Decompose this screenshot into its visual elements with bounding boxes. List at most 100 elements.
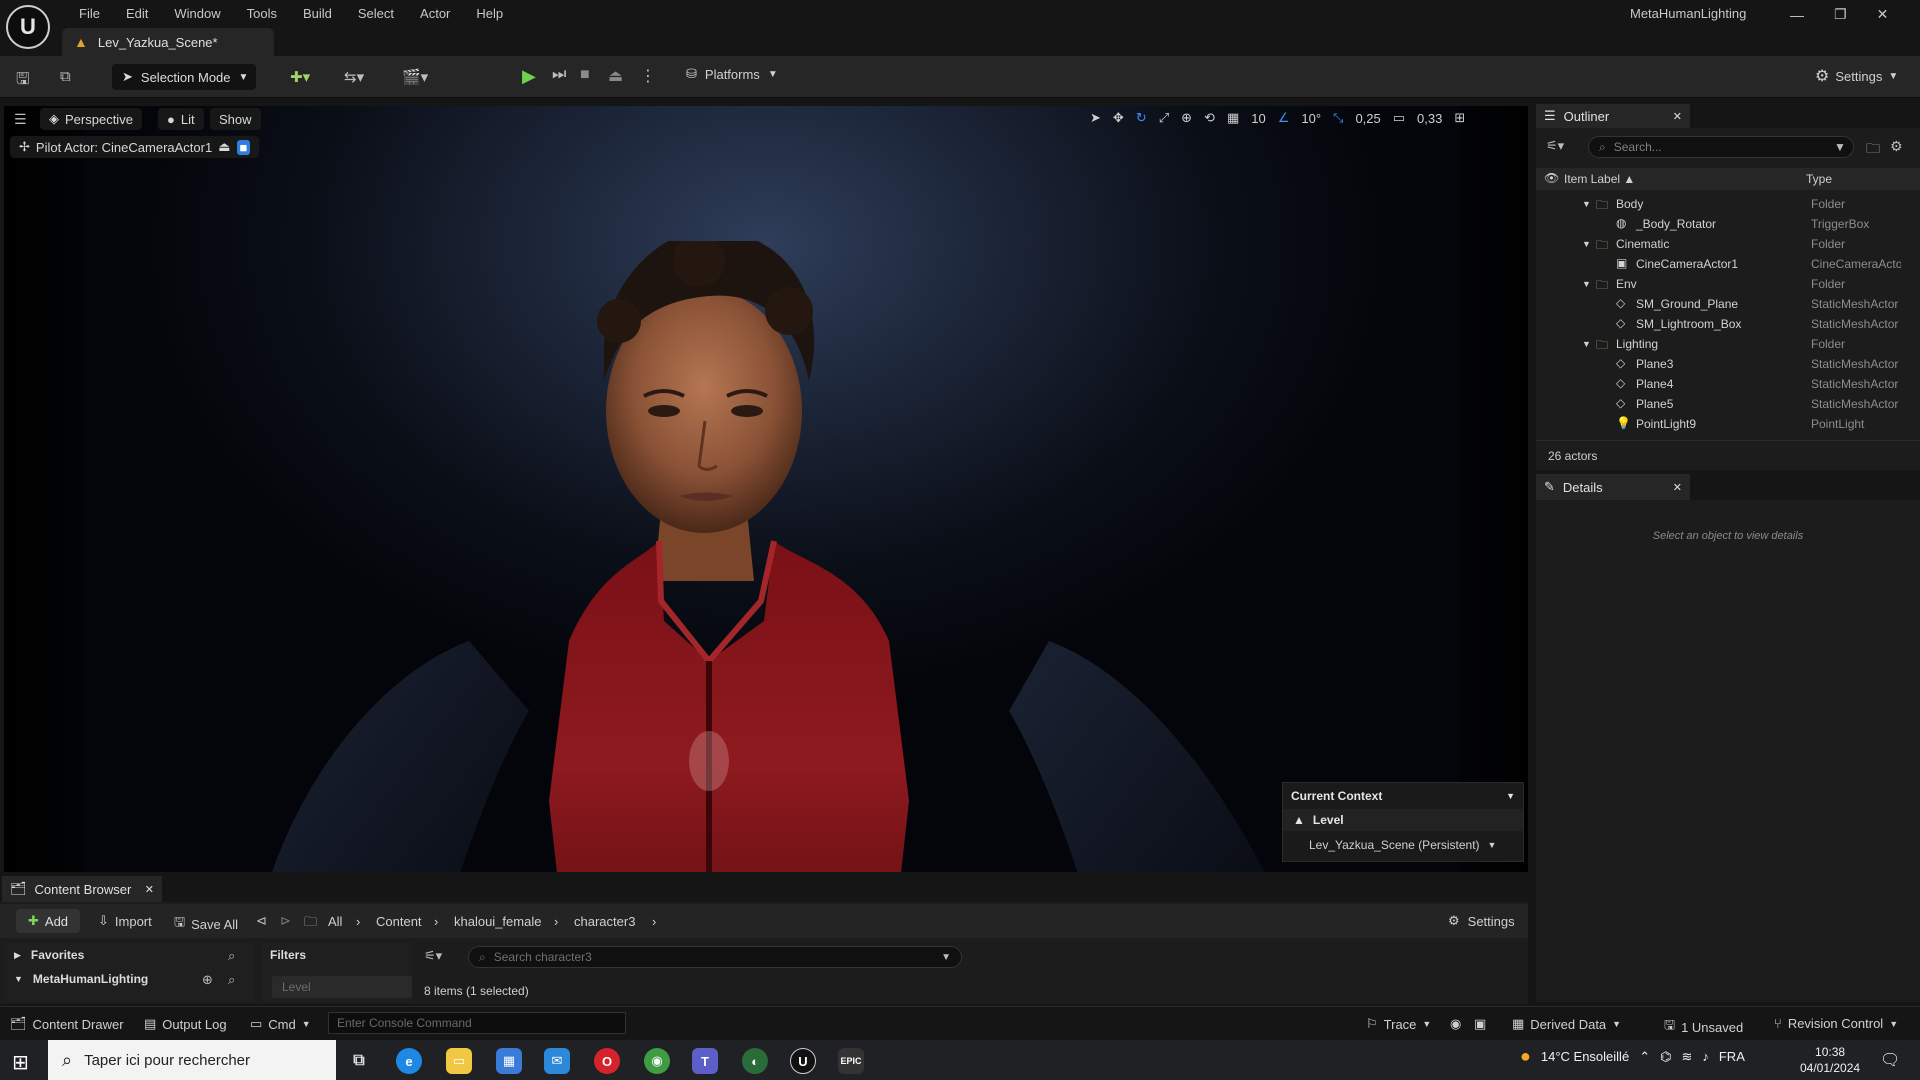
- edge-browser-icon[interactable]: e: [396, 1048, 422, 1074]
- cmd-dropdown[interactable]: ▭ Cmd ▼: [250, 1016, 311, 1032]
- camera-lock-icon[interactable]: ■: [236, 139, 251, 155]
- unsaved-button[interactable]: 🖫 1 Unsaved: [1664, 1016, 1743, 1038]
- filter-icon[interactable]: ⚟▾: [424, 948, 442, 964]
- outliner-row[interactable]: ◍ _Body_Rotator TriggerBox: [1536, 214, 1908, 234]
- task-view-icon[interactable]: ⧉: [346, 1048, 372, 1074]
- content-drawer-button[interactable]: 🗂 Content Drawer: [10, 1016, 124, 1032]
- taskbar-search-input[interactable]: ⌕ Taper ici pour rechercher: [48, 1040, 336, 1080]
- platforms-dropdown[interactable]: ⛁ Platforms ▼: [686, 66, 778, 82]
- chrome-browser-icon[interactable]: ◉: [644, 1048, 670, 1074]
- lit-button[interactable]: ● Lit: [158, 108, 204, 130]
- close-icon[interactable]: ✕: [1877, 6, 1889, 23]
- world-space-icon[interactable]: ⊕: [1181, 110, 1192, 126]
- eject-icon[interactable]: ⏏: [608, 66, 623, 86]
- menu-actor[interactable]: Actor: [407, 6, 463, 21]
- filter-icon[interactable]: ⚟▾: [1546, 138, 1564, 154]
- menu-build[interactable]: Build: [290, 6, 345, 21]
- unreal-engine-taskbar-icon[interactable]: U: [790, 1048, 816, 1074]
- outliner-row[interactable]: ▼ 🗀 Lighting Folder: [1536, 334, 1908, 354]
- mail-icon[interactable]: ✉: [544, 1048, 570, 1074]
- breadcrumb-khaloui-female[interactable]: khaloui_female: [454, 914, 541, 929]
- teams-icon[interactable]: T: [692, 1048, 718, 1074]
- breadcrumb-character3[interactable]: character3: [574, 914, 635, 929]
- grid-snap-value[interactable]: 10: [1251, 111, 1265, 126]
- chevron-down-icon[interactable]: ▼: [1582, 199, 1591, 209]
- search-icon[interactable]: ⌕: [228, 948, 235, 964]
- ms-store-icon[interactable]: ▦: [496, 1048, 522, 1074]
- project-folder-section[interactable]: ▼ MetaHumanLighting: [14, 972, 148, 986]
- taskbar-clock[interactable]: 10:38 04/01/2024: [1800, 1044, 1860, 1076]
- trace-dropdown[interactable]: ⚐ Trace ▼: [1366, 1016, 1431, 1032]
- camera-speed-value[interactable]: 0,33: [1417, 111, 1442, 126]
- content-browser-settings-button[interactable]: ⚙ Settings: [1448, 913, 1515, 929]
- network-icon[interactable]: ⌬: [1660, 1049, 1671, 1065]
- wifi-icon[interactable]: ≋: [1681, 1049, 1692, 1065]
- history-forward-icon[interactable]: ⊳: [280, 913, 291, 929]
- chevron-down-icon[interactable]: ▼: [1582, 339, 1591, 349]
- outliner-row[interactable]: ◇ Plane4 StaticMeshActor: [1536, 374, 1908, 394]
- camera-speed-icon[interactable]: ▭: [1393, 110, 1405, 126]
- restore-icon[interactable]: ❐: [1834, 6, 1847, 23]
- rotate-tool-icon[interactable]: ↻: [1136, 110, 1147, 126]
- blueprint-icon[interactable]: ⇆▾: [344, 68, 364, 86]
- source-control-icon[interactable]: ⧉: [60, 68, 71, 85]
- chevron-down-icon[interactable]: ▼: [1834, 140, 1846, 154]
- content-browser-tab[interactable]: 🗂 Content Browser ✕: [2, 876, 162, 902]
- screenshot-icon[interactable]: ▣: [1474, 1016, 1486, 1032]
- close-icon[interactable]: ✕: [145, 883, 154, 896]
- save-icon[interactable]: 🖫: [16, 68, 30, 95]
- menu-edit[interactable]: Edit: [113, 6, 161, 21]
- scale-snap-icon[interactable]: ⤡: [1333, 110, 1343, 126]
- chevron-down-icon[interactable]: ▼: [1582, 239, 1591, 249]
- outliner-row[interactable]: ▣ CineCameraActor1 CineCameraActor: [1536, 254, 1908, 274]
- content-search-input[interactable]: ⌕ Search character3 ▼: [468, 946, 962, 968]
- viewport-layout-icon[interactable]: ⊞: [1454, 110, 1465, 126]
- outliner-tab[interactable]: ☰ Outliner ✕: [1536, 104, 1690, 128]
- scale-tool-icon[interactable]: ⤢: [1159, 110, 1169, 126]
- outliner-row[interactable]: ▼ 🗀 Env Folder: [1536, 274, 1908, 294]
- cinematics-icon[interactable]: 🎬▾: [402, 68, 428, 86]
- add-folder-icon[interactable]: 🗀: [1866, 138, 1880, 162]
- notifications-icon[interactable]: 🗨: [1880, 1050, 1900, 1070]
- selection-mode-dropdown[interactable]: ➤ Selection Mode ▼: [112, 64, 256, 90]
- menu-file[interactable]: File: [66, 6, 113, 21]
- perspective-button[interactable]: ◈ Perspective: [40, 108, 142, 130]
- weather-text[interactable]: 14°C Ensoleillé: [1541, 1049, 1629, 1064]
- history-back-icon[interactable]: ⊲: [256, 913, 267, 929]
- outliner-row[interactable]: 💡 PointLight9 PointLight: [1536, 414, 1908, 434]
- context-level-select[interactable]: Lev_Yazkua_Scene (Persistent) ▼: [1283, 831, 1523, 859]
- scale-snap-value[interactable]: 0,25: [1355, 111, 1380, 126]
- level-viewport[interactable]: [4, 106, 1528, 872]
- outliner-row[interactable]: ◇ SM_Ground_Plane StaticMeshActor: [1536, 294, 1908, 314]
- outliner-row[interactable]: ◇ Plane3 StaticMeshActor: [1536, 354, 1908, 374]
- breadcrumb-all[interactable]: All: [328, 914, 342, 929]
- chevron-up-icon[interactable]: ⌃: [1639, 1049, 1650, 1065]
- volume-icon[interactable]: ♪: [1702, 1049, 1709, 1064]
- revision-control-dropdown[interactable]: ⑂ Revision Control ▼: [1774, 1016, 1898, 1031]
- close-icon[interactable]: ✕: [1673, 481, 1682, 494]
- show-button[interactable]: Show: [210, 108, 261, 130]
- eject-pilot-icon[interactable]: ⏏: [218, 139, 230, 155]
- add-actor-icon[interactable]: ✚▾: [290, 68, 310, 86]
- visibility-eye-icon[interactable]: 👁: [1544, 171, 1559, 185]
- outliner-row[interactable]: ◇ SM_Lightroom_Box StaticMeshActor: [1536, 314, 1908, 334]
- level-document-tab[interactable]: ▲ Lev_Yazkua_Scene*: [62, 28, 274, 56]
- gear-icon[interactable]: ⚙: [1890, 138, 1903, 155]
- opera-browser-icon[interactable]: O: [594, 1048, 620, 1074]
- details-tab[interactable]: ✎ Details ✕: [1536, 474, 1690, 500]
- angle-snap-icon[interactable]: ∠: [1278, 110, 1290, 126]
- console-command-input[interactable]: Enter Console Command: [328, 1012, 626, 1034]
- menu-select[interactable]: Select: [345, 6, 407, 21]
- add-button[interactable]: ✚ Add: [16, 909, 80, 933]
- settings-dropdown[interactable]: ⚙ Settings ▼: [1815, 66, 1898, 86]
- file-explorer-icon[interactable]: ▭: [446, 1048, 472, 1074]
- angle-snap-value[interactable]: 10°: [1301, 111, 1321, 126]
- import-button[interactable]: ⇩ Import: [98, 913, 152, 929]
- menu-help[interactable]: Help: [463, 6, 516, 21]
- minimize-icon[interactable]: —: [1790, 7, 1804, 23]
- outliner-row[interactable]: ◇ Plane5 StaticMeshActor: [1536, 394, 1908, 414]
- unreal-logo-icon[interactable]: U: [6, 5, 50, 49]
- maps-app-icon[interactable]: ◐: [742, 1048, 768, 1074]
- record-icon[interactable]: ◉: [1450, 1016, 1461, 1032]
- menu-window[interactable]: Window: [161, 6, 233, 21]
